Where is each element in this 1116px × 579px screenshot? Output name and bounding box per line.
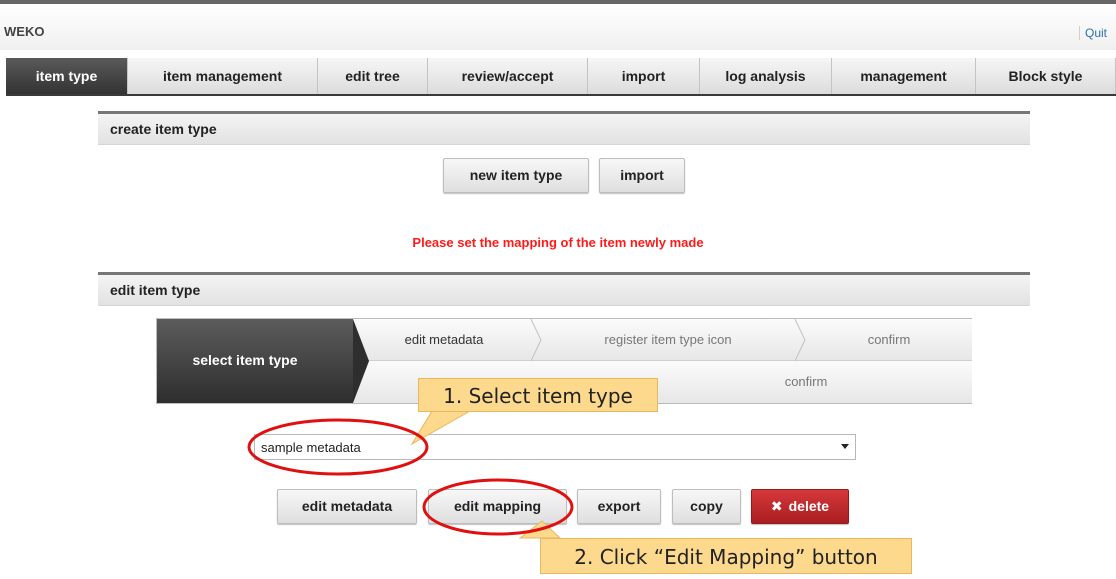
tab-block-style[interactable]: Block style: [976, 58, 1116, 94]
section-title: create item type: [110, 121, 217, 137]
edit-item-type-header: edit item type: [98, 272, 1030, 306]
tab-item-type[interactable]: item type: [6, 58, 128, 94]
step-select-item-type: select item type: [157, 319, 369, 403]
tab-item-management[interactable]: item management: [128, 58, 318, 94]
delete-button[interactable]: ✖ delete: [751, 489, 849, 524]
item-type-select[interactable]: sample metadata: [254, 434, 856, 460]
tab-edit-tree[interactable]: edit tree: [318, 58, 428, 94]
step-register-icon: register item type icon: [604, 332, 732, 347]
tab-import[interactable]: import: [588, 58, 700, 94]
tab-log-analysis[interactable]: log analysis: [700, 58, 832, 94]
dropdown-caret-icon: [841, 444, 849, 449]
quit-link[interactable]: Quit: [1079, 26, 1107, 40]
tab-management[interactable]: management: [832, 58, 976, 94]
new-item-type-button[interactable]: new item type: [443, 158, 589, 193]
edit-mapping-button[interactable]: edit mapping: [428, 489, 567, 524]
copy-button[interactable]: copy: [672, 489, 741, 524]
delete-label: delete: [788, 498, 830, 514]
step-confirm: confirm: [867, 332, 911, 347]
header-bar: WEKO Quit: [0, 0, 1116, 50]
tab-review-accept[interactable]: review/accept: [428, 58, 588, 94]
import-button[interactable]: import: [599, 158, 685, 193]
wizard-row-top: edit metadata register item type icon co…: [353, 319, 972, 361]
app-logo: WEKO: [4, 24, 45, 39]
export-button[interactable]: export: [577, 489, 661, 524]
step-divider-icon: [794, 319, 806, 361]
edit-metadata-button[interactable]: edit metadata: [277, 489, 417, 524]
step-divider-icon: [530, 319, 542, 361]
notice-message: Please set the mapping of the item newly…: [412, 235, 704, 250]
select-value: sample metadata: [261, 440, 361, 455]
step-confirm: confirm: [784, 374, 828, 389]
callout-select-item-type: 1. Select item type: [418, 378, 658, 412]
page: WEKO Quit item type item management edit…: [0, 0, 1116, 579]
callout-click-edit-mapping: 2. Click “Edit Mapping” button: [540, 538, 912, 574]
close-icon: ✖: [770, 498, 783, 514]
create-item-type-header: create item type: [98, 111, 1030, 145]
section-title: edit item type: [110, 282, 201, 298]
main-nav: item type item management edit tree revi…: [6, 58, 1116, 96]
step-edit-metadata: edit metadata: [404, 332, 484, 347]
